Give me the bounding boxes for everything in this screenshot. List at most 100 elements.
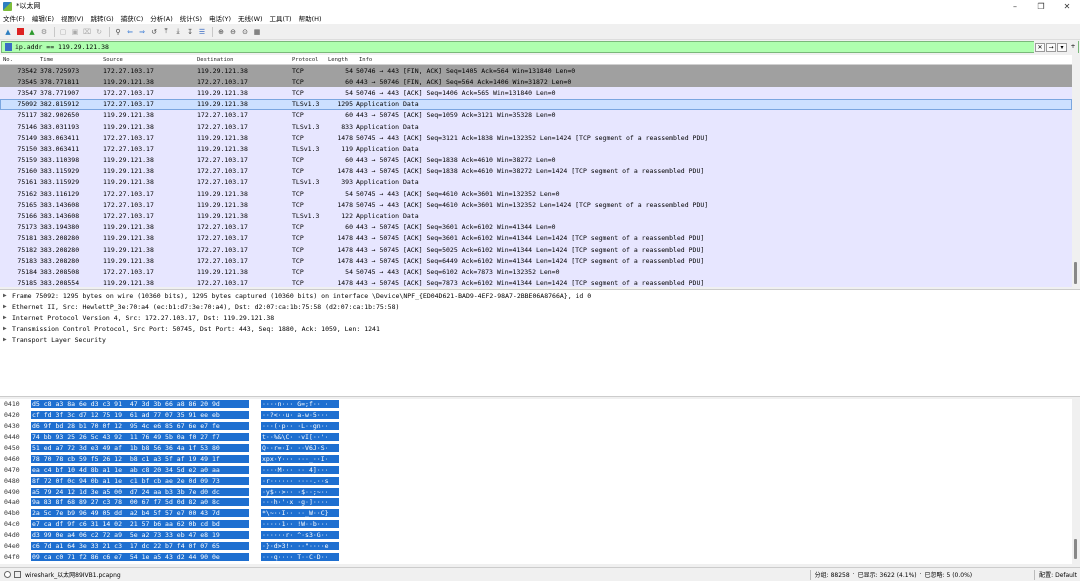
byte-ascii[interactable]: ···q···· T··C·D·· xyxy=(261,552,339,561)
byte-ascii[interactable]: xpx·Y··· ···_··I· xyxy=(261,454,339,463)
close-icon[interactable]: ✕ xyxy=(1054,0,1080,12)
packet-row[interactable]: 75165 383.143608 172.27.103.17 119.29.121.3… xyxy=(0,199,1072,211)
last-packet-icon[interactable]: ⤓ xyxy=(173,27,183,37)
packet-row[interactable]: 75161 383.115929 119.29.121.38 172.27.103.1… xyxy=(0,176,1072,189)
packet-row[interactable]: 75160 383.115929 119.29.121.38 172.27.103.1… xyxy=(0,165,1072,177)
byte-hex[interactable]: d6 9f bd 28 b1 70 0f 12 95 4c e6 85 67 6… xyxy=(31,422,249,431)
capture-options-icon[interactable]: ⚙ xyxy=(39,27,49,37)
apply-filter-icon[interactable]: → xyxy=(1046,42,1056,52)
recent-filters-icon[interactable]: ▾ xyxy=(1057,42,1067,52)
byte-ascii[interactable]: ·r······ ····.··s xyxy=(261,476,339,485)
display-filter-bar[interactable]: ip.addr == 119.29.121.38 ✕ → ▾ + xyxy=(1,41,1079,53)
column-source[interactable]: Source xyxy=(103,55,197,64)
detail-row-ip[interactable]: ▶ Internet Protocol Version 4, Src: 172.2… xyxy=(0,312,1080,323)
column-info[interactable]: Info xyxy=(356,55,1072,64)
maximize-icon[interactable]: ❐ xyxy=(1028,0,1054,12)
byte-hex[interactable]: c6 7d a1 64 3e 33 21 c3 17 dc 22 b7 f4 0… xyxy=(31,542,249,551)
menu-go[interactable]: 跳转(G) xyxy=(91,13,114,23)
start-capture-icon[interactable]: ▲ xyxy=(3,27,13,37)
byte-offset[interactable]: 0430 xyxy=(0,422,31,430)
packet-row[interactable]: 75162 383.116129 172.27.103.17 119.29.121.3… xyxy=(0,188,1072,200)
menu-help[interactable]: 帮助(H) xyxy=(299,13,322,23)
scrollbar-thumb[interactable] xyxy=(1074,539,1077,559)
packet-row[interactable]: 75117 382.902650 119.29.121.38 172.27.103.1… xyxy=(0,109,1072,121)
detail-row-tcp[interactable]: ▶ Transmission Control Protocol, Src Port… xyxy=(0,323,1080,334)
byte-offset[interactable]: 0470 xyxy=(0,466,31,474)
byte-offset[interactable]: 04f0 xyxy=(0,553,31,561)
restart-capture-icon[interactable]: ▲ xyxy=(27,27,37,37)
byte-ascii[interactable]: *\~··I·· ··_W··C} xyxy=(261,509,339,518)
packet-row[interactable]: 75183 383.208280 119.29.121.38 172.27.103.1… xyxy=(0,255,1072,267)
find-packet-icon[interactable]: ⚲ xyxy=(113,27,123,37)
packet-row[interactable]: 75149 383.063411 172.27.103.17 119.29.121.3… xyxy=(0,132,1072,144)
status-profile[interactable]: 配置: Default xyxy=(1039,570,1077,579)
byte-ascii[interactable]: Q··r=·I· ··V6J·S· xyxy=(261,444,339,452)
byte-offset[interactable]: 0460 xyxy=(0,455,31,463)
byte-offset[interactable]: 0420 xyxy=(0,411,31,419)
byte-offset[interactable]: 04d0 xyxy=(0,531,31,539)
bytes-scrollbar[interactable] xyxy=(1072,399,1080,564)
detail-row-tls[interactable]: ▶ Transport Layer Security xyxy=(0,334,1080,345)
byte-ascii[interactable]: ···h·'·x ·g·]···· xyxy=(261,498,339,507)
packet-row[interactable]: 75150 383.063411 172.27.103.17 119.29.121.3… xyxy=(0,143,1072,155)
packet-list-scrollbar[interactable] xyxy=(1072,55,1080,287)
edit-comment-icon[interactable] xyxy=(14,571,21,578)
zoom-in-icon[interactable]: ⊕ xyxy=(216,27,226,37)
byte-offset[interactable]: 04e0 xyxy=(0,542,31,550)
resize-columns-icon[interactable]: ▦ xyxy=(252,27,262,37)
expert-info-icon[interactable] xyxy=(4,571,11,578)
packet-row[interactable]: 75173 383.194380 119.29.121.38 172.27.103.1… xyxy=(0,221,1072,233)
column-destination[interactable]: Destination xyxy=(197,55,292,64)
close-file-icon[interactable]: ⌧ xyxy=(82,27,92,37)
packet-row[interactable]: 75181 383.208280 119.29.121.38 172.27.103.1… xyxy=(0,232,1072,244)
byte-offset[interactable]: 0480 xyxy=(0,477,31,485)
byte-offset[interactable]: 0450 xyxy=(0,444,31,452)
byte-hex[interactable]: 9a 83 8f 68 89 27 c3 78 00 67 f7 5d 0d 8… xyxy=(31,498,249,507)
byte-hex[interactable]: 09 ca c0 71 f2 86 c6 e7 54 1e a5 43 d2 4… xyxy=(31,552,249,561)
open-file-icon[interactable]: ▢ xyxy=(58,27,68,37)
byte-hex[interactable]: d3 99 0e a4 06 c2 72 a9 5e a2 73 33 eb 4… xyxy=(31,531,249,540)
go-forward-icon[interactable]: ⇒ xyxy=(137,27,147,37)
menu-tools[interactable]: 工具(T) xyxy=(270,13,292,23)
add-filter-button-icon[interactable]: + xyxy=(1068,43,1078,52)
packet-row[interactable]: 75185 383.208554 119.29.121.38 172.27.103.1… xyxy=(0,277,1072,287)
column-length[interactable]: Length xyxy=(328,55,356,64)
packet-row[interactable]: 75184 383.208508 172.27.103.17 119.29.121.3… xyxy=(0,266,1072,278)
expand-arrow-icon[interactable]: ▶ xyxy=(3,303,12,310)
byte-ascii[interactable]: t··%&\C· ·vI[··'· xyxy=(261,433,339,442)
detail-row-ethernet[interactable]: ▶ Ethernet II, Src: HewlettP_3e:70:a4 (ec… xyxy=(0,301,1080,312)
packet-row[interactable]: 73547 378.771907 172.27.103.17 119.29.121.3… xyxy=(0,87,1072,99)
packet-row[interactable]: 75182 383.208280 119.29.121.38 172.27.103.1… xyxy=(0,244,1072,256)
menu-telephony[interactable]: 电话(Y) xyxy=(209,13,231,23)
expand-arrow-icon[interactable]: ▶ xyxy=(3,314,12,321)
byte-ascii[interactable]: ···(·p·· ·L··gn·· xyxy=(261,422,339,431)
byte-hex[interactable]: 8f 72 0f 0c 94 0b a1 1e c1 bf cb ae 2e 0… xyxy=(31,476,249,485)
go-to-packet-icon[interactable]: ↺ xyxy=(149,27,159,37)
byte-hex[interactable]: e7 ca df 9f c6 31 14 02 21 57 b6 aa 62 0… xyxy=(31,520,249,529)
scrollbar-thumb[interactable] xyxy=(1074,262,1077,284)
minimize-icon[interactable]: – xyxy=(1002,0,1028,12)
expand-arrow-icon[interactable]: ▶ xyxy=(3,325,12,332)
byte-offset[interactable]: 0440 xyxy=(0,433,31,441)
clear-filter-icon[interactable]: ✕ xyxy=(1035,42,1045,52)
packet-row[interactable]: 75146 383.031193 119.29.121.38 172.27.103.1… xyxy=(0,120,1072,133)
zoom-out-icon[interactable]: ⊖ xyxy=(228,27,238,37)
byte-offset[interactable]: 0490 xyxy=(0,488,31,496)
packet-row[interactable]: 75166 383.143608 172.27.103.17 119.29.121.3… xyxy=(0,210,1072,222)
column-protocol[interactable]: Protocol xyxy=(292,55,328,64)
byte-offset[interactable]: 04c0 xyxy=(0,520,31,528)
colorize-icon[interactable]: ☰ xyxy=(197,27,207,37)
byte-hex[interactable]: 78 70 78 cb 59 f5 26 12 b8 c1 a3 5f af 1… xyxy=(31,454,249,463)
zoom-normal-icon[interactable]: ⊙ xyxy=(240,27,250,37)
byte-hex[interactable]: d5 c8 a3 8a 6e d3 c3 91 47 3d 3b 66 a8 8… xyxy=(31,400,249,409)
menu-file[interactable]: 文件(F) xyxy=(3,13,25,23)
reload-file-icon[interactable]: ↻ xyxy=(94,27,104,37)
packet-row[interactable]: 75092 382.815912 172.27.103.17 119.29.121.3… xyxy=(0,98,1072,110)
byte-hex[interactable]: 51 ed a7 72 3d e3 49 af 1b b8 56 36 4a 1… xyxy=(31,444,249,452)
menu-view[interactable]: 视图(V) xyxy=(61,13,84,23)
menu-capture[interactable]: 捕获(C) xyxy=(121,13,144,23)
byte-hex[interactable]: a5 79 24 12 1d 3e a5 00 d7 24 aa b3 3b 7… xyxy=(31,487,249,496)
autoscroll-icon[interactable]: ↧ xyxy=(185,27,195,37)
byte-hex[interactable]: 2a 5c 7e b9 96 49 05 dd a2 b4 5f 57 e7 0… xyxy=(31,509,249,518)
stop-capture-icon[interactable] xyxy=(15,27,25,37)
